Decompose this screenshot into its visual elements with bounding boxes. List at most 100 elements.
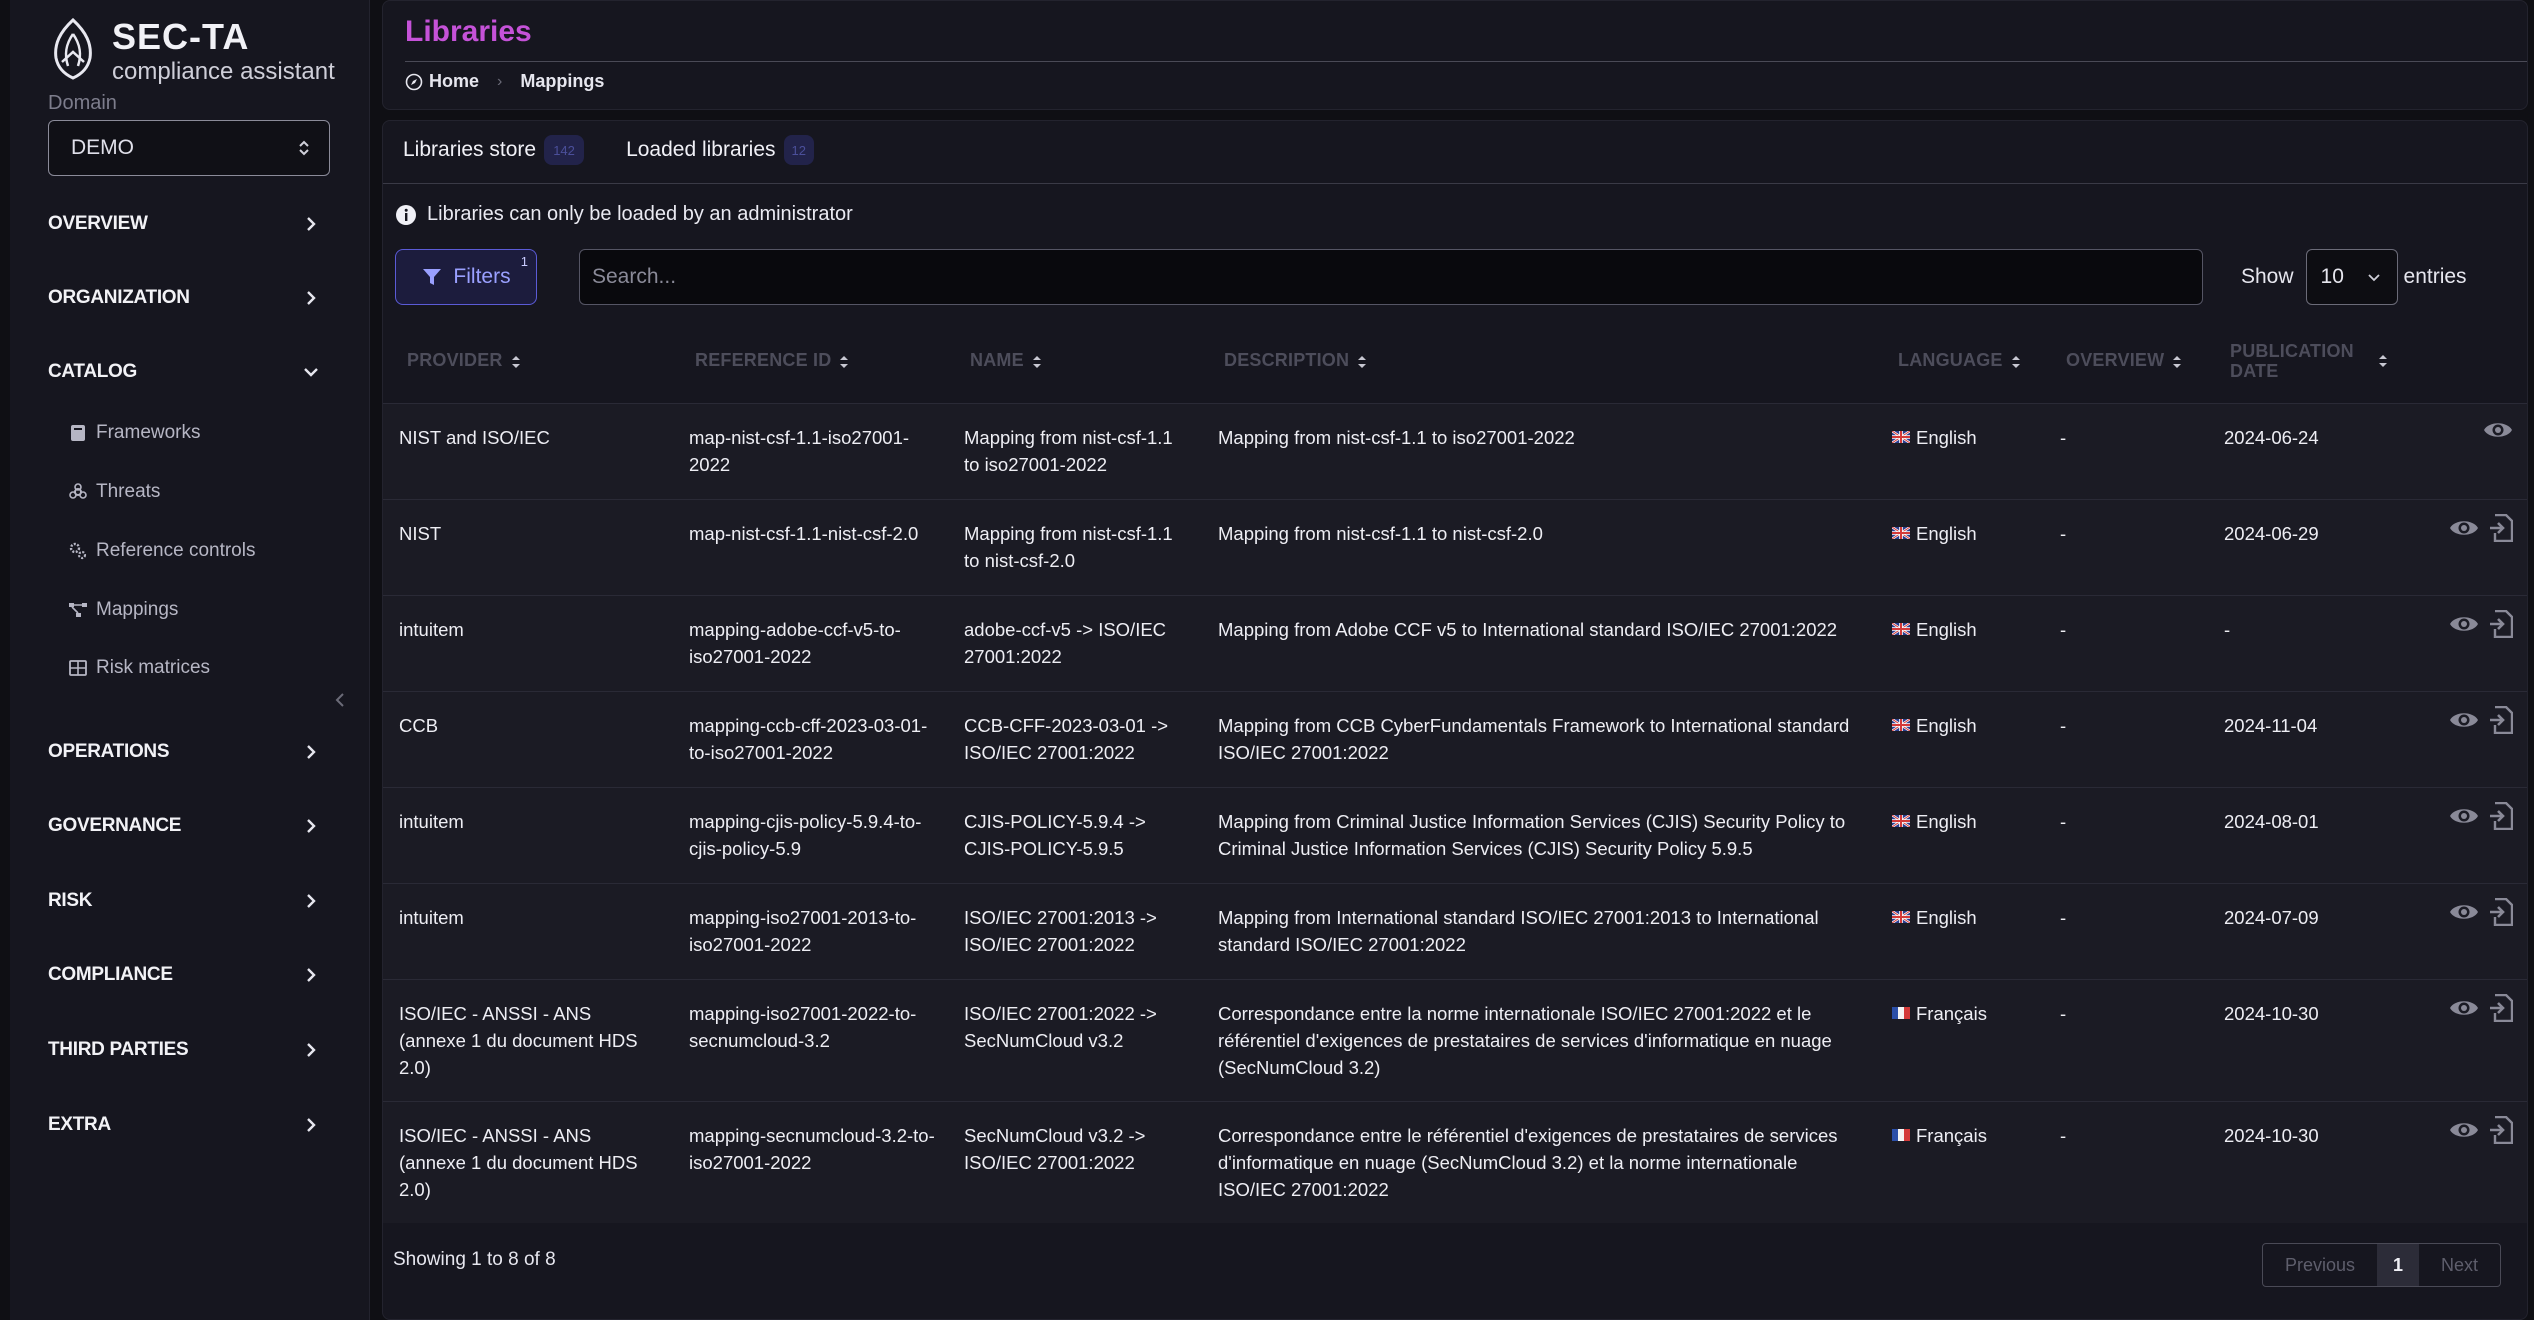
description-cell: Mapping from Criminal Justice Informatio… — [1218, 810, 1846, 859]
nav-extra[interactable]: EXTRA — [48, 1105, 320, 1145]
page-size-control: Show 10 entries — [2241, 249, 2467, 305]
sidebar-item-risk-matrices[interactable]: Risk matrices — [68, 651, 210, 685]
load-library-icon[interactable] — [2489, 993, 2513, 1022]
column-header[interactable]: NAME — [946, 319, 1200, 403]
column-header[interactable]: PROVIDER — [383, 319, 671, 403]
sidebar-item-threats[interactable]: Threats — [68, 475, 160, 509]
load-library-icon[interactable] — [2489, 1115, 2513, 1144]
load-library-icon[interactable] — [2489, 897, 2513, 926]
sidebar-item-frameworks[interactable]: Frameworks — [68, 416, 201, 450]
breadcrumb: Home › Mappings — [405, 71, 604, 92]
table-row[interactable]: NIST and ISO/IEC map-nist-csf-1.1-iso2700… — [383, 403, 2527, 499]
view-eye-icon[interactable] — [2449, 708, 2479, 732]
book-icon — [71, 425, 85, 441]
page-size-value: 10 — [2320, 265, 2344, 288]
nav-organization[interactable]: ORGANIZATION — [48, 278, 320, 318]
filters-button[interactable]: Filters 1 — [395, 249, 537, 305]
chevron-right-icon — [307, 217, 316, 231]
sort-icon — [1032, 355, 1041, 368]
view-eye-icon[interactable] — [2449, 612, 2479, 636]
nav-risk[interactable]: RISK — [48, 881, 320, 921]
column-label: DESCRIPTION — [1224, 350, 1350, 371]
previous-button[interactable]: Previous — [2263, 1244, 2377, 1286]
chevron-right-icon — [307, 745, 316, 759]
description-cell: Mapping from CCB CyberFundamentals Frame… — [1218, 714, 1850, 763]
domain-select[interactable]: DEMO — [48, 120, 330, 176]
chevron-down-icon — [304, 368, 318, 377]
load-library-icon[interactable] — [2489, 609, 2513, 638]
app-logo[interactable]: SEC-TA compliance assistant — [48, 18, 335, 86]
publication-date-cell: 2024-10-30 — [2224, 1002, 2319, 1024]
flag-uk-icon — [1892, 814, 1910, 827]
view-eye-icon[interactable] — [2449, 900, 2479, 924]
reference-id-cell: map-nist-csf-1.1-nist-csf-2.0 — [689, 522, 919, 544]
nav-operations[interactable]: OPERATIONS — [48, 732, 320, 772]
provider-cell: intuitem — [399, 810, 464, 832]
table-row[interactable]: intuitem mapping-cjis-policy-5.9.4-to-cji… — [383, 787, 2527, 883]
nav-governance-label: GOVERNANCE — [48, 815, 182, 836]
actions-cell — [2396, 883, 2527, 979]
nav-governance[interactable]: GOVERNANCE — [48, 806, 320, 846]
page-size-select[interactable]: 10 — [2305, 249, 2398, 305]
language-label: English — [1916, 522, 1977, 544]
table-info: Showing 1 to 8 of 8 — [393, 1249, 556, 1270]
sort-icon — [1358, 355, 1367, 368]
tab-loaded-libraries[interactable]: Loaded libraries 12 — [626, 135, 814, 165]
updown-icon — [299, 140, 309, 156]
search-input[interactable] — [579, 249, 2203, 305]
language-label: English — [1916, 714, 1977, 736]
sidebar-item-reference-controls[interactable]: Reference controls — [68, 534, 255, 568]
column-header[interactable]: PUBLICATION DATE — [2206, 319, 2396, 403]
sidebar-item-mappings[interactable]: Mappings — [68, 593, 178, 627]
name-cell: CCB-CFF-2023-03-01 -> ISO/IEC 27001:2022 — [964, 714, 1169, 763]
nav-operations-label: OPERATIONS — [48, 741, 170, 762]
language-cell: English — [1874, 499, 2042, 595]
load-library-icon[interactable] — [2489, 801, 2513, 830]
libraries-table: PROVIDER REFERENCE ID NAME DESCRIPTION L… — [383, 319, 2527, 1223]
table-row[interactable]: intuitem mapping-iso27001-2013-to-iso2700… — [383, 883, 2527, 979]
column-header[interactable]: OVERVIEW — [2042, 319, 2206, 403]
load-library-icon[interactable] — [2489, 705, 2513, 734]
table-row[interactable]: NIST map-nist-csf-1.1-nist-csf-2.0 Mapping… — [383, 499, 2527, 595]
table-row[interactable]: ISO/IEC - ANSSI - ANS (annexe 1 du docum… — [383, 979, 2527, 1101]
table-row[interactable]: ISO/IEC - ANSSI - ANS (annexe 1 du docum… — [383, 1101, 2527, 1223]
actions-cell — [2396, 403, 2527, 499]
view-eye-icon[interactable] — [2449, 996, 2479, 1020]
flag-uk-icon — [1892, 622, 1910, 635]
reference-id-cell: map-nist-csf-1.1-iso27001-2022 — [689, 426, 910, 475]
view-eye-icon[interactable] — [2483, 418, 2513, 442]
tab-libraries-store[interactable]: Libraries store 142 — [403, 135, 585, 165]
column-header[interactable]: LANGUAGE — [1874, 319, 2042, 403]
column-header[interactable]: DESCRIPTION — [1200, 319, 1874, 403]
nav-third-parties[interactable]: THIRD PARTIES — [48, 1030, 320, 1070]
nav-catalog[interactable]: CATALOG — [48, 352, 320, 392]
description-cell: Mapping from International standard ISO/… — [1218, 906, 1819, 955]
sort-icon — [2379, 354, 2387, 367]
filters-count: 1 — [520, 254, 528, 269]
nav-catalog-label: CATALOG — [48, 361, 138, 382]
breadcrumb-home[interactable]: Home — [429, 71, 479, 92]
page-1-button[interactable]: 1 — [2376, 1244, 2419, 1286]
load-library-icon[interactable] — [2489, 513, 2513, 542]
collapse-sidebar-icon[interactable] — [330, 690, 350, 710]
column-header[interactable]: REFERENCE ID — [671, 319, 946, 403]
table-row[interactable]: intuitem mapping-adobe-ccf-v5-to-iso27001… — [383, 595, 2527, 691]
view-eye-icon[interactable] — [2449, 804, 2479, 828]
view-eye-icon[interactable] — [2449, 1118, 2479, 1142]
breadcrumb-current: Mappings — [520, 71, 605, 91]
row-actions — [2396, 692, 2527, 734]
row-actions — [2396, 884, 2527, 926]
table-row[interactable]: CCB mapping-ccb-cff-2023-03-01-to-iso2700… — [383, 691, 2527, 787]
nav-risk-label: RISK — [48, 890, 93, 911]
flag-uk-icon — [1892, 526, 1910, 539]
view-eye-icon[interactable] — [2449, 516, 2479, 540]
column-label: LANGUAGE — [1898, 350, 2003, 371]
language-cell: Français — [1874, 1101, 2042, 1223]
nav-overview[interactable]: OVERVIEW — [48, 204, 320, 244]
next-button[interactable]: Next — [2419, 1244, 2500, 1286]
reference-id-cell: mapping-iso27001-2022-to-secnumcloud-3.2 — [689, 1002, 917, 1051]
show-label: Show — [2241, 265, 2294, 288]
chevron-down-icon — [2367, 274, 2380, 282]
nav-compliance[interactable]: COMPLIANCE — [48, 955, 320, 995]
language-cell: Français — [1874, 979, 2042, 1101]
